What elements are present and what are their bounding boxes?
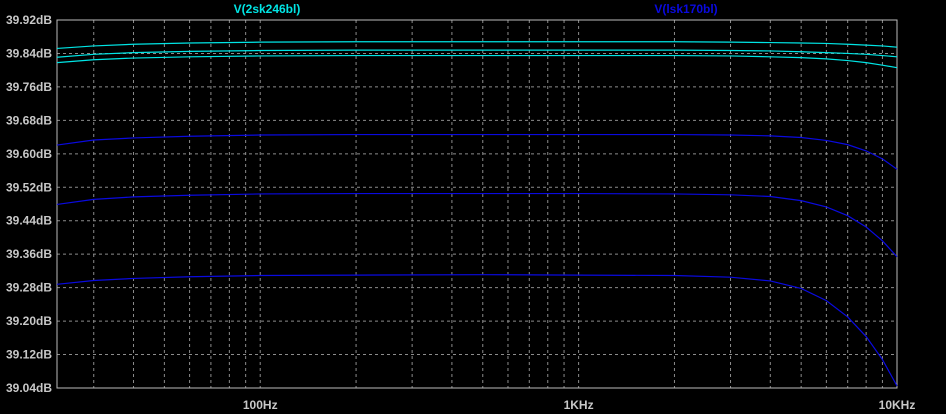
x-tick-label: 100Hz [243,398,278,412]
y-tick-label: 39.76dB [6,80,52,94]
y-tick-label: 39.12dB [6,348,52,362]
y-tick-label: 39.04dB [6,381,52,395]
x-tick-label: 1KHz [564,398,594,412]
y-axis-tick-labels: 39.92dB 39.84dB 39.76dB 39.68dB 39.60dB 39.52… [6,13,52,395]
x-axis-tick-labels: 100Hz 1KHz 10KHz [243,398,915,412]
y-tick-label: 39.28dB [6,281,52,295]
y-tick-label: 39.36dB [6,247,52,261]
y-tick-label: 39.84dB [6,46,52,60]
legend: V(2sk246bl) V(lsk170bl) [234,2,718,16]
legend-label-1: V(2sk246bl) [234,2,301,16]
y-tick-label: 39.52dB [6,180,52,194]
y-tick-label: 39.92dB [6,13,52,27]
bode-plot: 39.92dB 39.84dB 39.76dB 39.68dB 39.60dB 39.52… [6,2,915,412]
y-tick-label: 39.44dB [6,214,52,228]
y-tick-label: 39.60dB [6,147,52,161]
x-tick-label: 10KHz [879,398,916,412]
y-tick-label: 39.68dB [6,113,52,127]
plot-area [57,20,897,388]
legend-label-2: V(lsk170bl) [654,2,717,16]
y-tick-label: 39.20dB [6,314,52,328]
